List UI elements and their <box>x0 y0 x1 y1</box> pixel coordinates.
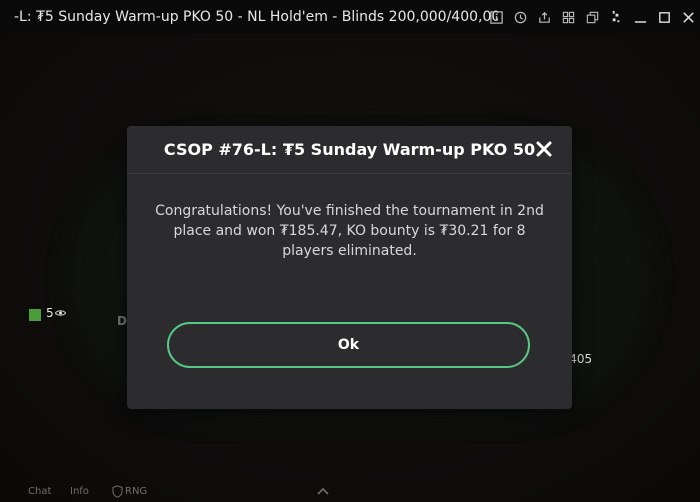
chat-tab[interactable]: Chat <box>28 486 51 497</box>
info-icon[interactable] <box>484 6 508 28</box>
dealer-button: D <box>117 314 127 328</box>
title-bar: -L: ₮5 Sunday Warm-up PKO 50 - NL Hold'e… <box>0 0 700 34</box>
info-tab[interactable]: Info <box>70 486 89 497</box>
dialog-message: Congratulations! You've finished the tou… <box>155 203 544 259</box>
notification-icon[interactable] <box>604 6 628 28</box>
bottom-bar: Chat Info RNG <box>0 482 700 502</box>
maximize-icon[interactable] <box>652 6 676 28</box>
dialog-header: CSOP #76-L: ₮5 Sunday Warm-up PKO 50 <box>127 126 572 174</box>
tournament-result-dialog: CSOP #76-L: ₮5 Sunday Warm-up PKO 50 Con… <box>127 126 572 409</box>
grid-icon[interactable] <box>556 6 580 28</box>
close-window-icon[interactable] <box>676 6 700 28</box>
tile-icon[interactable] <box>580 6 604 28</box>
ok-button[interactable]: Ok <box>167 322 530 368</box>
chevron-up-icon[interactable] <box>317 487 329 495</box>
shield-icon <box>112 485 123 498</box>
share-icon[interactable] <box>532 6 556 28</box>
close-icon[interactable] <box>534 139 554 159</box>
history-icon[interactable] <box>508 6 532 28</box>
eye-icon <box>55 310 66 316</box>
player-color-marker <box>29 309 41 321</box>
title-bar-controls <box>484 0 700 34</box>
window-title: -L: ₮5 Sunday Warm-up PKO 50 - NL Hold'e… <box>14 9 498 25</box>
dialog-title: CSOP #76-L: ₮5 Sunday Warm-up PKO 50 <box>163 140 536 159</box>
seat-count: 5 <box>46 306 54 320</box>
stat-white: 405 <box>569 352 593 366</box>
rng-tab[interactable]: RNG <box>125 486 147 497</box>
minimize-icon[interactable] <box>628 6 652 28</box>
